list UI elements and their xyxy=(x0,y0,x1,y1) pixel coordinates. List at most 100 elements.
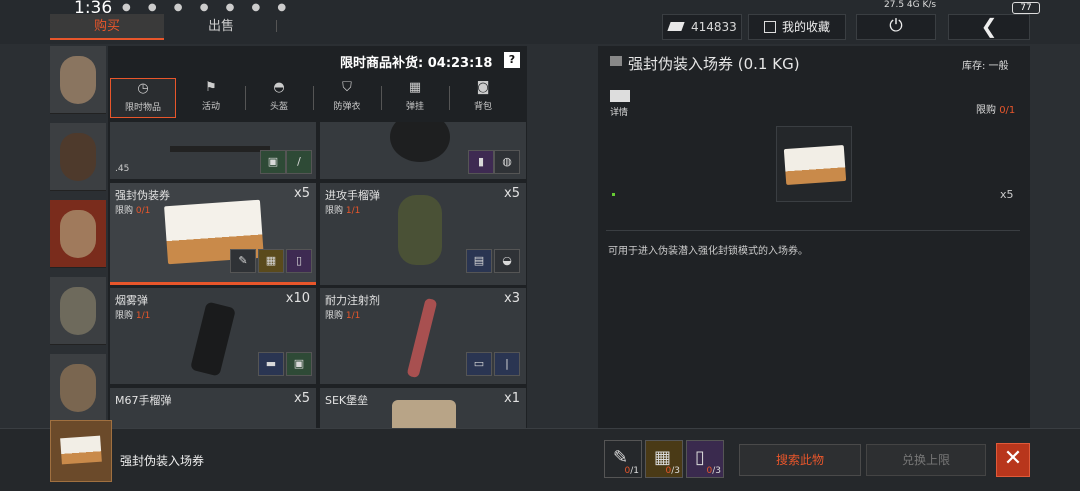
rig-icon: ▦ xyxy=(408,80,422,95)
detail-tab[interactable]: 详情 xyxy=(608,90,630,118)
drum-magazine-image xyxy=(390,122,450,162)
item-card-6[interactable]: 耐力注射剂 限购 1/1 x3 ▭ | xyxy=(320,288,526,384)
item-card-2[interactable]: ▮ ◍ xyxy=(320,122,526,179)
ticket-icon xyxy=(610,56,622,66)
merchant-avatar-5[interactable] xyxy=(50,354,106,422)
merchant-avatar-3[interactable] xyxy=(50,200,106,268)
crate-icon: ▦ xyxy=(654,447,672,468)
category-armor[interactable]: ⛉ 防弹衣 xyxy=(314,78,380,118)
item-card-7[interactable]: M67手榴弹 x5 xyxy=(110,388,316,428)
requirement-bottle[interactable]: ▯ 0/3 xyxy=(686,440,724,478)
reward-armor-icon: ▣ xyxy=(260,150,286,174)
requirement-syringe[interactable]: ✎ 0/1 xyxy=(604,440,642,478)
requirement-crate[interactable]: ▦ 0/3 xyxy=(645,440,683,478)
category-limited[interactable]: ◷ 限时物品 xyxy=(110,78,176,118)
category-label: 背包 xyxy=(473,102,492,112)
favorites-button[interactable]: 我的收藏 xyxy=(748,14,846,40)
item-name: 强封伪装券 xyxy=(115,189,170,202)
flag-icon: ⚑ xyxy=(205,80,217,95)
injector-image xyxy=(406,297,438,379)
reward-mask-icon: ◍ xyxy=(494,150,520,174)
ticket-image xyxy=(783,144,847,186)
caliber-label: .45 xyxy=(115,164,130,174)
power-icon: ⏻ xyxy=(889,16,903,36)
battery-icon: 77 xyxy=(1012,2,1040,14)
tab-divider xyxy=(276,20,277,32)
status-dot xyxy=(612,193,615,196)
item-name: SEK堡垒 xyxy=(325,394,369,407)
item-quantity: x5 xyxy=(294,391,310,406)
info-icon xyxy=(610,90,630,102)
reward-bandage-icon: ▭ xyxy=(466,352,492,376)
item-quantity: x1 xyxy=(504,391,520,406)
category-rig[interactable]: ▦ 弹挂 xyxy=(382,78,448,118)
avatar xyxy=(60,210,96,258)
grenade-image xyxy=(398,195,442,265)
smoke-grenade-image xyxy=(189,301,237,377)
item-card-3[interactable]: 强封伪装券 限购 0/1 x5 ✎ ▦ ▯ xyxy=(110,183,316,285)
category-label: 防弹衣 xyxy=(333,102,361,112)
item-limit: 限购 1/1 xyxy=(115,311,151,321)
item-name: 烟雾弹 xyxy=(115,294,148,307)
vest-icon: ⛉ xyxy=(342,80,352,95)
merchant-list xyxy=(50,46,106,428)
smg-image xyxy=(170,122,270,152)
status-network: 27.5 4G K/s xyxy=(884,0,937,10)
back-button[interactable]: ❮ xyxy=(948,14,1030,40)
item-quantity: x5 xyxy=(504,186,520,201)
item-quantity: x10 xyxy=(285,291,310,306)
item-limit: 限购 1/1 xyxy=(325,206,361,216)
detail-description: 可用于进入伪装潜入强化封锁模式的入场券。 xyxy=(608,246,808,257)
reward-grip-icon: ▮ xyxy=(468,150,494,174)
merchant-avatar-4[interactable] xyxy=(50,277,106,345)
backpack-icon: ◙ xyxy=(476,80,490,95)
item-quantity: x5 xyxy=(294,186,310,201)
help-button[interactable]: ? xyxy=(504,52,520,68)
item-card-5[interactable]: 烟雾弹 限购 1/1 x10 ▬ ▣ xyxy=(110,288,316,384)
tab-buy[interactable]: 购买 xyxy=(50,14,164,40)
close-icon: ✕ xyxy=(1003,446,1023,471)
avatar xyxy=(60,56,96,104)
merchant-avatar-1[interactable] xyxy=(50,46,106,114)
detail-title: 强封伪装入场券 (0.1 KG) xyxy=(628,55,800,73)
reward-knife-icon: / xyxy=(286,150,312,174)
helmet-icon: ◓ xyxy=(273,80,285,95)
reward-pen-icon: | xyxy=(494,352,520,376)
avatar xyxy=(60,287,96,335)
detail-label: 详情 xyxy=(609,108,628,118)
power-button[interactable]: ⏻ xyxy=(856,14,936,40)
detail-panel xyxy=(598,46,1030,428)
merchant-avatar-2[interactable] xyxy=(50,123,106,191)
syringe-icon: ✎ xyxy=(613,447,629,468)
reward-helmet-icon: ◒ xyxy=(494,249,520,273)
selected-item-name: 强封伪装入场券 xyxy=(120,454,205,468)
category-label: 头盔 xyxy=(269,102,288,112)
item-card-1[interactable]: .45 ▣ / xyxy=(110,122,316,179)
category-backpack[interactable]: ◙ 背包 xyxy=(450,78,516,118)
selected-item-thumbnail xyxy=(50,420,112,482)
currency-display: 414833 xyxy=(662,14,742,40)
clock-icon: ◷ xyxy=(137,81,149,96)
category-label: 限时物品 xyxy=(124,103,161,113)
reward-crate-icon: ▦ xyxy=(258,249,284,273)
item-quantity: x3 xyxy=(504,291,520,306)
stock-status: 库存: 一般 xyxy=(962,61,1009,72)
detail-divider xyxy=(606,230,1020,231)
tab-sell[interactable]: 出售 xyxy=(168,14,274,40)
redeem-limit-button[interactable]: 兑换上限 xyxy=(866,444,986,476)
category-label: 弹挂 xyxy=(405,102,424,112)
status-icons: ● ● ● ● ● ● ● xyxy=(122,2,294,13)
category-event[interactable]: ⚑ 活动 xyxy=(178,78,244,118)
detail-quantity: x5 xyxy=(1000,188,1014,201)
reward-syringe-icon: ✎ xyxy=(230,249,256,273)
reward-bottle-icon: ▯ xyxy=(286,249,312,273)
item-card-8[interactable]: SEK堡垒 x1 xyxy=(320,388,526,428)
item-limit: 限购 0/1 xyxy=(115,206,151,216)
close-button[interactable]: ✕ xyxy=(996,443,1030,477)
search-item-button[interactable]: 搜索此物 xyxy=(739,444,861,476)
cash-icon xyxy=(667,22,685,31)
category-helmet[interactable]: ◓ 头盔 xyxy=(246,78,312,118)
item-name: 耐力注射剂 xyxy=(325,294,380,307)
item-card-4[interactable]: 进攻手榴弹 限购 1/1 x5 ▤ ◒ xyxy=(320,183,526,285)
ticket-image xyxy=(60,435,102,465)
